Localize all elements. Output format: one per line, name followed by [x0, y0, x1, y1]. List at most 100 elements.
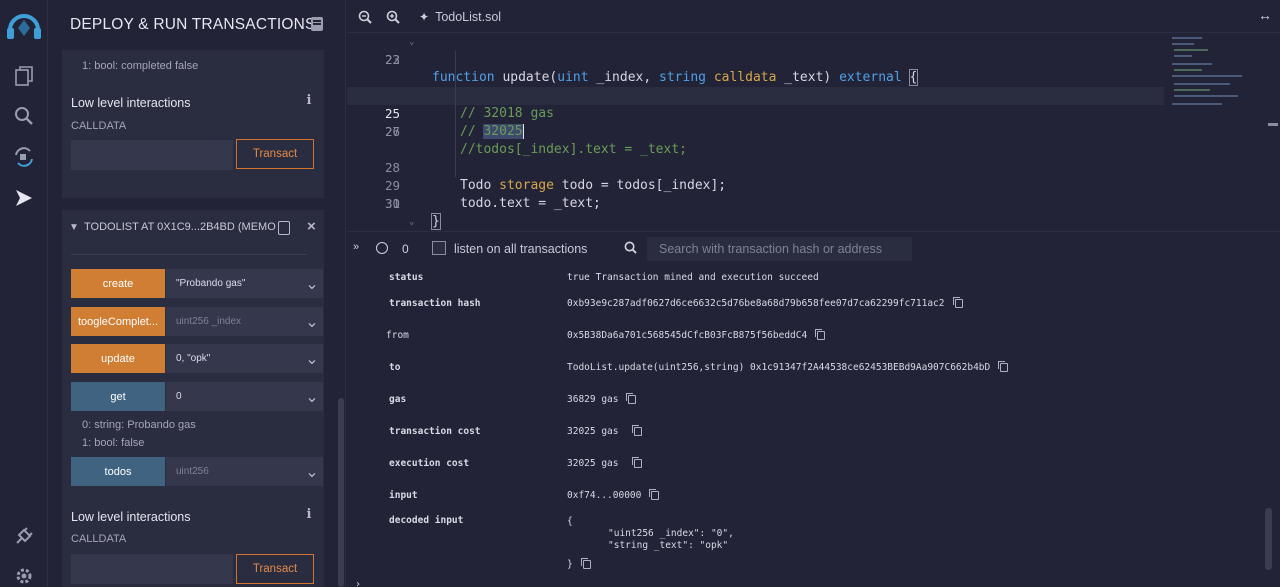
function-row-create: create "Probando gas" ⌄: [71, 269, 323, 298]
copy-icon[interactable]: [815, 329, 826, 340]
search-icon[interactable]: [624, 241, 637, 259]
toogle-completed-input[interactable]: uint256 _index: [166, 307, 301, 336]
tx-key-execution-cost: execution cost: [389, 458, 470, 469]
tx-key-input: input: [389, 490, 418, 501]
previous-contract-card: 1: bool: completed false Low level inter…: [62, 50, 324, 198]
update-input[interactable]: 0, "opk": [166, 344, 301, 373]
prompt-chevron-icon: ›: [355, 579, 362, 587]
code-line: 29 todo.text = _text;: [384, 178, 601, 211]
create-button[interactable]: create: [71, 269, 165, 298]
terminal-toolbar: » 0 listen on all transactions Search wi…: [347, 231, 1280, 266]
tx-val-decoded-open: {: [567, 516, 573, 527]
file-explorer-icon[interactable]: [12, 64, 36, 88]
compiler-icon[interactable]: [12, 145, 36, 169]
panel-title: DEPLOY & RUN TRANSACTIONS: [70, 16, 316, 33]
transaction-search-input[interactable]: Search with transaction hash or address: [647, 237, 912, 261]
get-result-0: 0: string: Probando gas: [82, 419, 196, 431]
calldata-label: CALLDATA: [71, 533, 127, 545]
function-row-update: update 0, "opk" ⌄: [71, 344, 323, 373]
copy-icon[interactable]: [632, 457, 643, 468]
chevron-down-icon[interactable]: ⌄: [301, 457, 323, 486]
solidity-file-icon: ✦: [419, 9, 430, 24]
tx-val-hash-row: 0xb93e9c287adf0627d6ce6632c5d76be8a68d79…: [567, 297, 963, 309]
toogle-completed-button[interactable]: toogleComplet...: [71, 307, 165, 336]
transact-button[interactable]: Transact: [236, 139, 314, 169]
low-level-interactions-title: Low level interactions: [71, 96, 191, 110]
panel-header: DEPLOY & RUN TRANSACTIONS: [48, 0, 345, 50]
code-line: 24 // 32018 gas: [385, 88, 554, 121]
tx-val-input-row: 0xf74...00000: [567, 489, 660, 501]
search-icon[interactable]: [12, 104, 36, 128]
code-line: 27: [384, 124, 400, 139]
tx-val-to-row: TodoList.update(uint256,string) 0x1c9134…: [567, 361, 1009, 373]
function-result: 1: bool: completed false: [82, 60, 199, 72]
zoom-out-icon[interactable]: [358, 10, 372, 29]
low-level-interactions-title: Low level interactions: [71, 510, 191, 524]
documentation-icon[interactable]: [311, 17, 323, 31]
chevron-down-icon[interactable]: ⌄: [301, 344, 323, 373]
tx-val-hash: 0xb93e9c287adf0627d6ce6632c5d76be8a68d79…: [567, 298, 945, 309]
copy-icon[interactable]: [649, 489, 660, 500]
get-input[interactable]: 0: [166, 382, 301, 411]
function-row-todos: todos uint256 ⌄: [71, 457, 323, 486]
tx-val-from: 0x5B38Da6a701c568545dCfcB03FcB875f56bedd…: [567, 330, 808, 341]
terminal-scrollbar[interactable]: [1265, 508, 1272, 570]
expand-icon[interactable]: ↔: [1258, 7, 1272, 23]
copy-icon[interactable]: [580, 558, 591, 569]
get-button[interactable]: get: [71, 382, 165, 411]
listen-checkbox[interactable]: [432, 241, 446, 255]
code-line: 23: [384, 52, 400, 67]
calldata-input[interactable]: [71, 554, 233, 584]
tx-val-decoded-close-row: }: [567, 558, 591, 570]
clear-icon[interactable]: [376, 242, 388, 254]
copy-icon[interactable]: [626, 393, 637, 404]
tx-val-from-row: 0x5B38Da6a701c568545dCfcB03FcB875f56bedd…: [567, 329, 826, 341]
icon-bar: [0, 0, 48, 587]
tx-key-status: status: [389, 272, 424, 283]
close-icon[interactable]: ×: [307, 218, 316, 235]
tab-todolist[interactable]: ✦ TodoList.sol: [413, 0, 523, 33]
code-line: 22 ⌄ function update(uint _index, string …: [384, 37, 919, 86]
tx-key-from: from: [386, 330, 409, 341]
calldata-input[interactable]: [71, 140, 233, 170]
minimap-scroll-marker[interactable]: [1268, 123, 1278, 126]
function-row-get: get 0 ⌄: [71, 382, 323, 411]
contract-title[interactable]: TODOLIST AT 0X1C9...2B4BD (MEMO: [84, 221, 276, 233]
deploy-run-panel: DEPLOY & RUN TRANSACTIONS 1: bool: compl…: [48, 0, 346, 587]
copy-icon[interactable]: [998, 361, 1009, 372]
pending-count: 0: [402, 242, 409, 256]
chevron-down-icon[interactable]: ⌄: [301, 269, 323, 298]
tx-val-gas-row: 36829 gas: [567, 393, 637, 405]
zoom-in-icon[interactable]: [386, 10, 400, 29]
terminal-output: status true Transaction mined and execut…: [347, 266, 1280, 587]
tx-val-gas: 36829 gas: [567, 394, 619, 405]
collapse-chevron-icon[interactable]: »: [353, 241, 359, 253]
copy-address-icon[interactable]: [278, 221, 290, 235]
code-line-active: 25 // 32025: [347, 87, 1164, 139]
listen-label: listen on all transactions: [454, 242, 588, 256]
update-button[interactable]: update: [71, 344, 165, 373]
todos-button[interactable]: todos: [71, 457, 165, 486]
editor-minimap[interactable]: [1164, 33, 1280, 231]
chevron-down-icon[interactable]: ▼: [69, 222, 79, 233]
code-editor[interactable]: 22 ⌄ function update(uint _index, string …: [347, 33, 1164, 231]
code-line: 32⌄ function get(uint _index) external v…: [409, 217, 415, 227]
settings-icon[interactable]: [12, 564, 36, 587]
plugin-icon[interactable]: [12, 524, 36, 548]
code-line: 31: [384, 196, 400, 211]
panel-scrollbar[interactable]: [338, 398, 344, 587]
info-icon[interactable]: i: [304, 93, 314, 108]
tx-val-decoded-line2: "string _text": "opk": [608, 540, 729, 551]
todos-input[interactable]: uint256: [166, 457, 301, 486]
copy-icon[interactable]: [632, 425, 643, 436]
transact-button[interactable]: Transact: [236, 554, 314, 584]
divider: [71, 254, 307, 255]
info-icon[interactable]: i: [304, 507, 314, 522]
remix-logo-icon[interactable]: [4, 8, 44, 42]
deploy-icon[interactable]: [12, 186, 36, 210]
copy-icon[interactable]: [952, 297, 963, 308]
create-input[interactable]: "Probando gas": [166, 269, 301, 298]
chevron-down-icon[interactable]: ⌄: [301, 307, 323, 336]
function-row-toogle: toogleComplet... uint256 _index ⌄: [71, 307, 323, 336]
chevron-down-icon[interactable]: ⌄: [301, 382, 323, 411]
